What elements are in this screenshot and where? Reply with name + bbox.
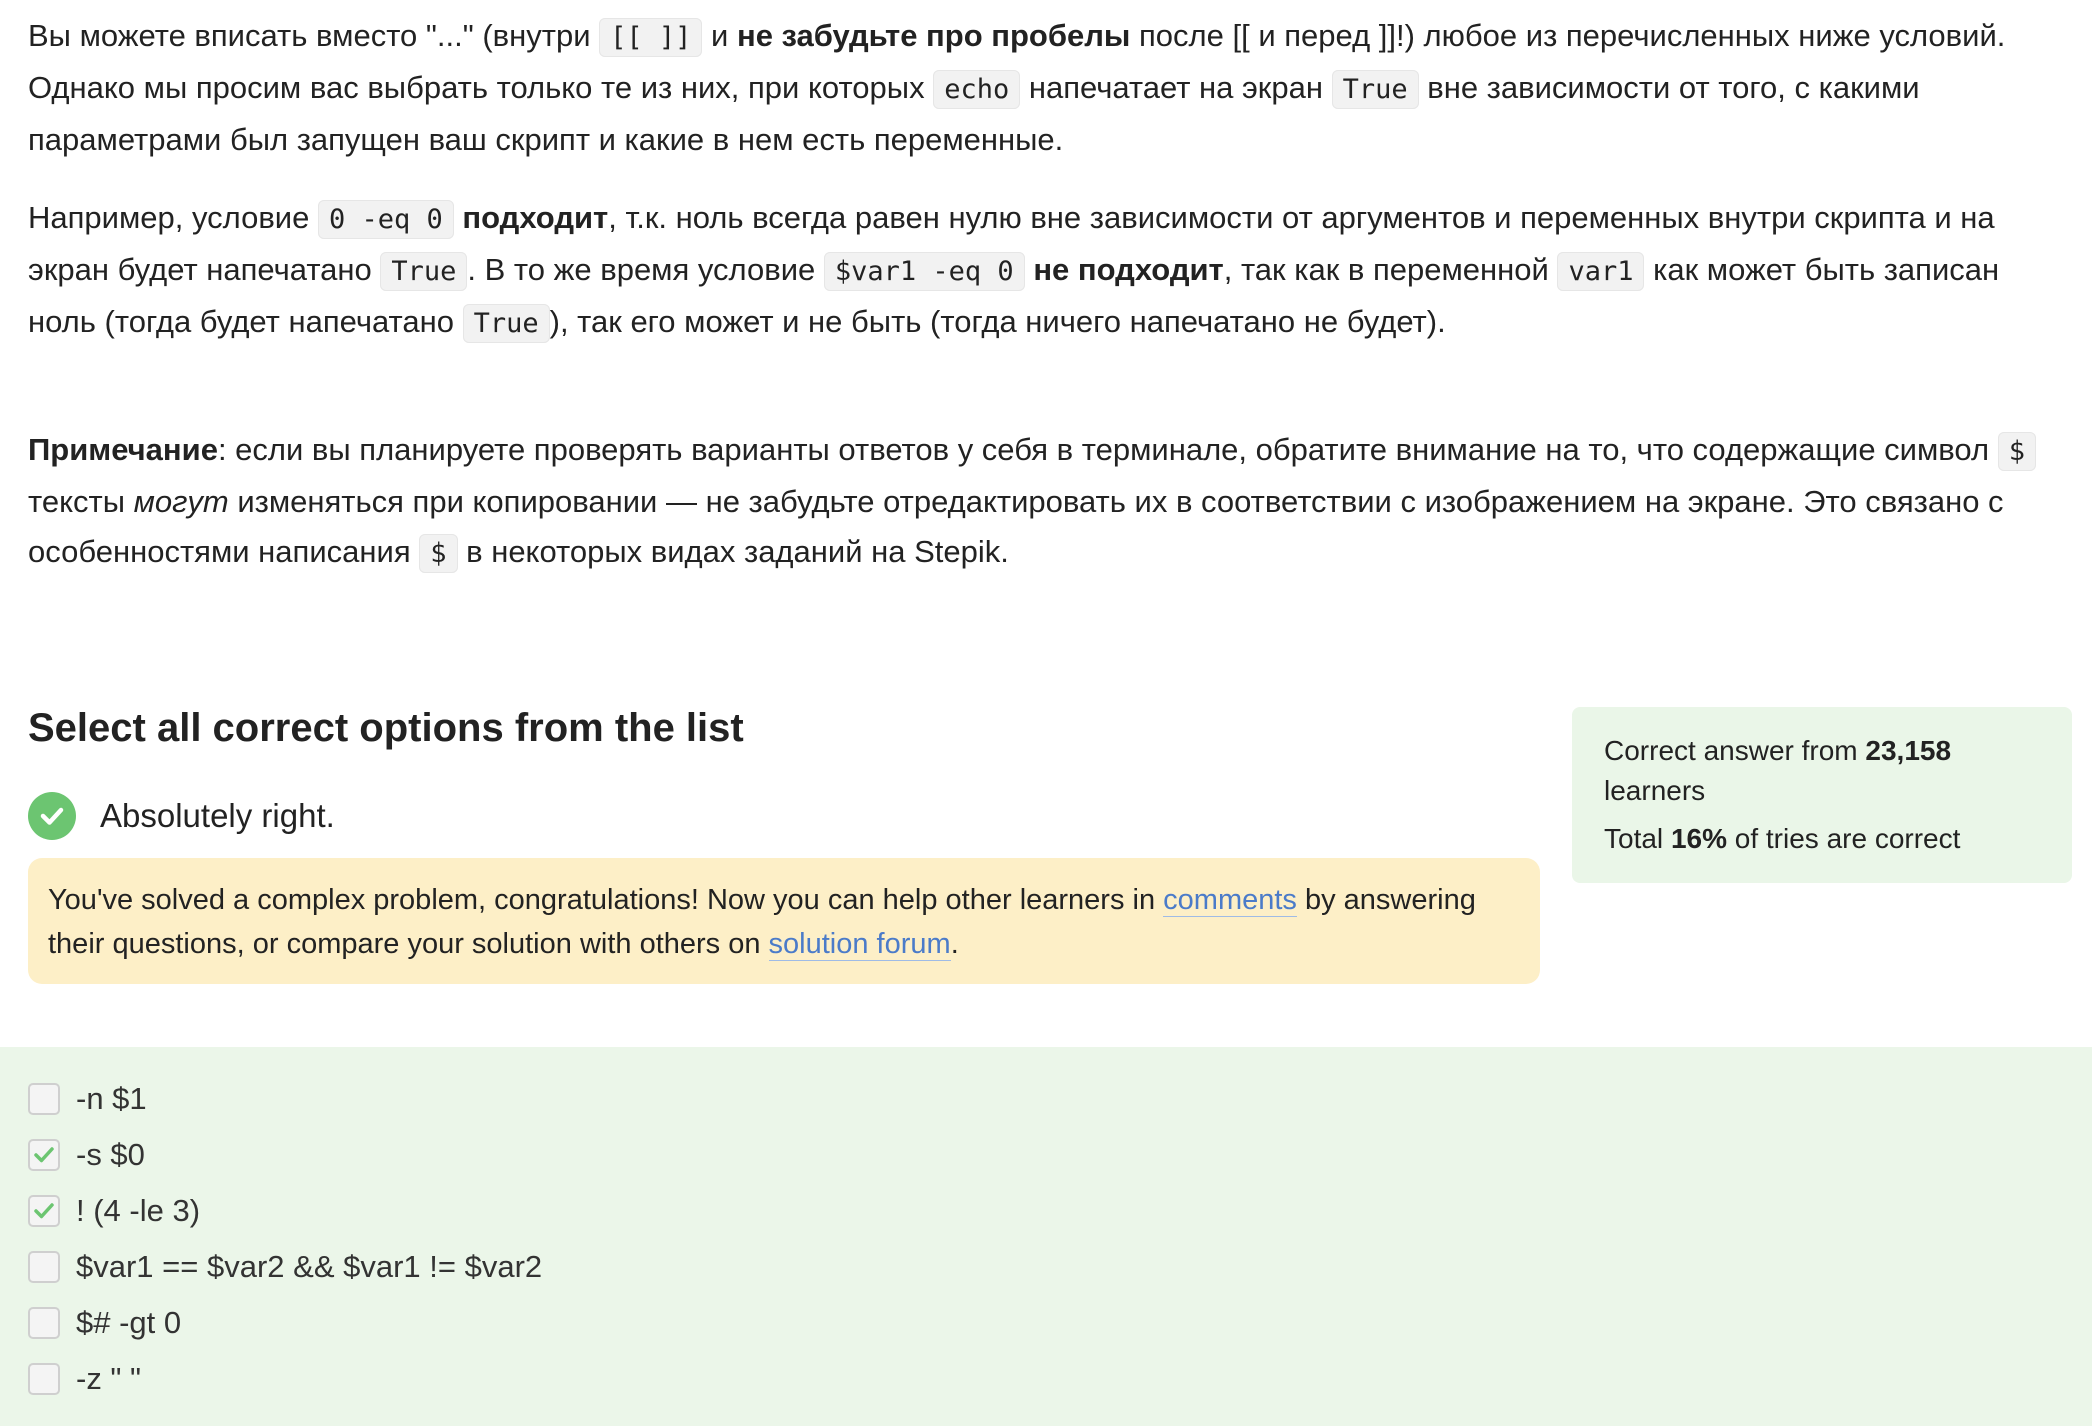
option-item[interactable]: -s $0 (28, 1137, 145, 1173)
text: и (702, 18, 737, 53)
inline-code: True (380, 252, 468, 291)
intro-paragraph-2: Например, условие 0 -eq 0 подходит, т.к.… (28, 193, 2058, 349)
text: изменяться при копировании — не забудьте… (28, 484, 2004, 569)
inline-code: True (462, 304, 550, 343)
inline-code: $var1 -eq 0 (823, 252, 1025, 291)
option-item[interactable]: $var1 == $var2 && $var1 != $var2 (28, 1249, 542, 1285)
checkmark-icon (34, 1203, 54, 1219)
inline-code: [[ ]] (599, 18, 703, 57)
checkbox[interactable] (28, 1363, 60, 1395)
stats-percent: Total 16% of tries are correct (1604, 819, 2040, 859)
option-item[interactable]: -n $1 (28, 1081, 147, 1117)
check-circle-icon (28, 792, 76, 840)
option-label: -z " " (76, 1361, 142, 1396)
option-item[interactable]: ! (4 -le 3) (28, 1193, 200, 1229)
bold-text: не забудьте про пробелы (736, 18, 1131, 53)
text: ), так его может и не быть (тогда ничего… (549, 304, 1446, 339)
stats-panel: Correct answer from 23,158 learners Tota… (1572, 707, 2072, 883)
bold-text: подходит (462, 200, 609, 235)
task-title: Select all correct options from the list (28, 706, 744, 750)
text: тексты (28, 484, 134, 519)
note-paragraph: Примечание: если вы планируете проверять… (28, 425, 2058, 579)
options-list: -n $1 -s $0 ! (4 -le 3) $var1 == $var2 &… (0, 1047, 2092, 1426)
text: learners (1604, 775, 1706, 806)
result-status: Absolutely right. (28, 792, 335, 840)
option-label: $var1 == $var2 && $var1 != $var2 (76, 1249, 543, 1284)
text: , так как в переменной (1223, 252, 1558, 287)
step-page: Вы можете вписать вместо "..." (внутри [… (0, 0, 2092, 1426)
checkbox[interactable] (28, 1139, 60, 1171)
text: Total (1604, 823, 1671, 854)
checkbox[interactable] (28, 1195, 60, 1227)
intro-paragraph-1: Вы можете вписать вместо "..." (внутри [… (28, 11, 2058, 165)
inline-code: True (1331, 70, 1419, 109)
percent-value: 16% (1670, 823, 1727, 854)
text: : если вы планируете проверять варианты … (217, 432, 1998, 467)
option-label: ! (4 -le 3) (76, 1193, 201, 1228)
inline-code: $ (1997, 432, 2036, 471)
text: You've solved a complex problem, congrat… (48, 884, 1164, 916)
option-label: $# -gt 0 (76, 1305, 182, 1340)
stats-learners: Correct answer from 23,158 learners (1604, 731, 2040, 811)
text: of tries are correct (1726, 823, 1961, 854)
text: . В то же время условие (467, 252, 824, 287)
checkbox[interactable] (28, 1083, 60, 1115)
checkbox[interactable] (28, 1251, 60, 1283)
text: Вы можете вписать вместо "..." (внутри (28, 18, 600, 53)
checkbox[interactable] (28, 1307, 60, 1339)
option-item[interactable]: -z " " (28, 1361, 141, 1397)
checkmark-icon (34, 1147, 54, 1163)
bold-text: Примечание (28, 432, 218, 467)
inline-code: echo (933, 70, 1021, 109)
option-label: -s $0 (76, 1137, 145, 1172)
italic-text: могут (133, 484, 229, 519)
option-label: -n $1 (76, 1081, 147, 1116)
inline-code: 0 -eq 0 (317, 200, 454, 239)
text: Например, условие (28, 200, 318, 235)
option-item[interactable]: $# -gt 0 (28, 1305, 181, 1341)
inline-code: var1 (1557, 252, 1645, 291)
result-text: Absolutely right. (100, 797, 335, 834)
congrats-hint: You've solved a complex problem, congrat… (28, 858, 1540, 984)
solution-forum-link[interactable]: solution forum (768, 928, 951, 961)
text: напечатает на экран (1020, 70, 1332, 105)
checkmark-glyph (40, 807, 64, 825)
learners-count: 23,158 (1865, 735, 1952, 766)
text: Correct answer from (1604, 735, 1866, 766)
text: в некоторых видах заданий на Stepik. (457, 534, 1009, 569)
bold-text: не подходит (1033, 252, 1224, 287)
comments-link[interactable]: comments (1163, 884, 1297, 917)
inline-code: $ (419, 534, 458, 573)
text: . (950, 928, 959, 960)
